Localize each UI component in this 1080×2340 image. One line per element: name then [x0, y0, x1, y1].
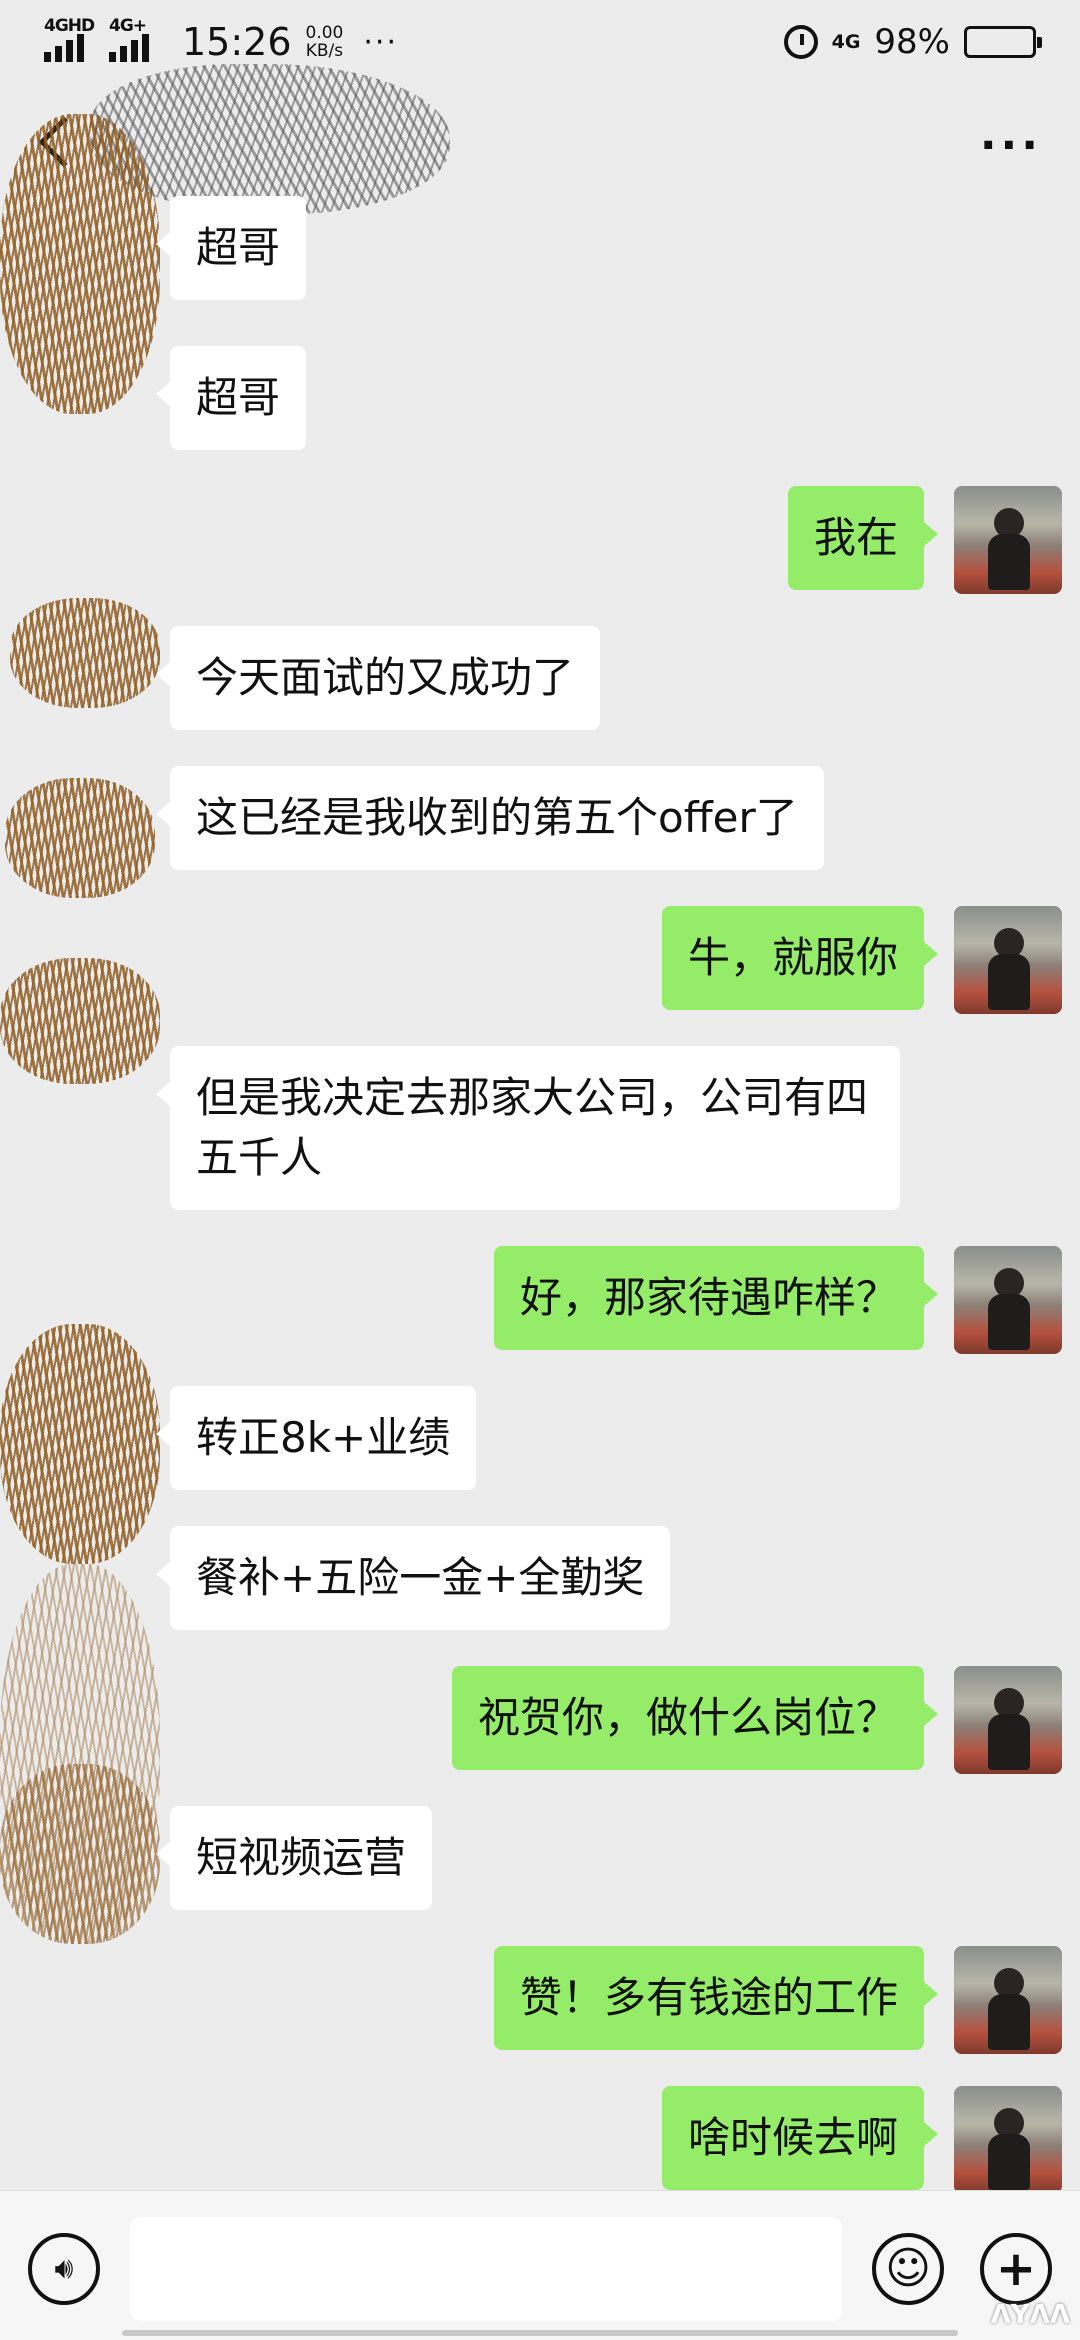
- network-speed-unit: KB/s: [305, 41, 344, 61]
- message-list[interactable]: 超哥 超哥 我在 今天面试的又成功了 这已经是我收到的第五个offer了 牛，就…: [0, 114, 1080, 2194]
- message-sent[interactable]: 我在: [787, 486, 939, 590]
- message-received[interactable]: 这已经是我收到的第五个offer了: [156, 766, 824, 870]
- home-indicator[interactable]: [122, 2330, 958, 2336]
- my-avatar[interactable]: [954, 2086, 1062, 2194]
- alarm-icon: [783, 25, 818, 59]
- watermark: ΛΥΛΛ: [990, 2300, 1070, 2330]
- contact-avatar-redacted[interactable]: [0, 1764, 160, 1944]
- message-bubble[interactable]: 超哥: [155, 196, 307, 300]
- message-sent[interactable]: 好，那家待遇咋样？: [493, 1246, 939, 1350]
- status-more-icon: ···: [363, 24, 398, 60]
- my-avatar[interactable]: [954, 906, 1062, 1014]
- message-received[interactable]: 但是我决定去那家大公司，公司有四五千人: [156, 1046, 900, 1210]
- message-bubble[interactable]: 我在: [787, 486, 939, 590]
- message-received[interactable]: 超哥: [155, 196, 307, 300]
- battery-percentage: 98%: [874, 22, 950, 62]
- network-type: 4G: [831, 31, 861, 53]
- signal-strength-icon: 4GHD: [44, 16, 95, 62]
- voice-icon[interactable]: 🔊︎: [28, 2233, 100, 2305]
- my-avatar[interactable]: [954, 486, 1062, 594]
- chat-header: ···: [0, 64, 1080, 214]
- message-received[interactable]: 转正8k+业绩: [155, 1386, 477, 1490]
- message-bubble[interactable]: 今天面试的又成功了: [155, 626, 601, 730]
- message-sent[interactable]: 赞！多有钱途的工作: [493, 1946, 939, 2050]
- message-sent[interactable]: 啥时候去啊: [661, 2086, 939, 2190]
- message-received[interactable]: 短视频运营: [155, 1806, 433, 1910]
- message-sent[interactable]: 祝贺你，做什么岗位？: [451, 1666, 939, 1770]
- signal-label: 4GHD: [44, 16, 95, 36]
- message-bubble[interactable]: 赞！多有钱途的工作: [493, 1946, 939, 2050]
- message-received[interactable]: 餐补+五险一金+全勤奖: [155, 1526, 671, 1630]
- message-bubble[interactable]: 好，那家待遇咋样？: [493, 1246, 939, 1350]
- my-avatar[interactable]: [954, 1246, 1062, 1354]
- message-bubble[interactable]: 转正8k+业绩: [155, 1386, 477, 1490]
- message-bubble[interactable]: 祝贺你，做什么岗位？: [451, 1666, 939, 1770]
- emoji-icon[interactable]: ☺: [872, 2233, 944, 2305]
- more-options-icon[interactable]: ···: [980, 124, 1042, 168]
- contact-avatar-redacted[interactable]: [5, 778, 155, 898]
- network-speed-value: 0.00: [305, 23, 344, 43]
- message-bubble[interactable]: 这已经是我收到的第五个offer了: [156, 766, 824, 870]
- signal-strength-icon-2: 4G+: [109, 16, 160, 62]
- message-bubble[interactable]: 短视频运营: [155, 1806, 433, 1910]
- contact-avatar-redacted[interactable]: [10, 598, 160, 708]
- message-bubble[interactable]: 牛，就服你: [661, 906, 939, 1010]
- contact-avatar-redacted[interactable]: [0, 1324, 160, 1564]
- plus-icon[interactable]: +: [980, 2233, 1052, 2305]
- message-bubble[interactable]: 啥时候去啊: [661, 2086, 939, 2190]
- my-avatar[interactable]: [954, 1666, 1062, 1774]
- message-input[interactable]: [130, 2217, 842, 2321]
- chat-input-bar: 🔊︎ ☺ +: [0, 2190, 1080, 2340]
- contact-avatar-redacted[interactable]: [0, 114, 160, 414]
- status-time: 15:26: [182, 20, 292, 64]
- signal-label-2: 4G+: [109, 16, 147, 36]
- battery-icon: [964, 26, 1042, 58]
- message-bubble[interactable]: 超哥: [155, 346, 307, 450]
- message-sent[interactable]: 牛，就服你: [661, 906, 939, 1010]
- my-avatar[interactable]: [954, 1946, 1062, 2054]
- message-bubble[interactable]: 但是我决定去那家大公司，公司有四五千人: [156, 1046, 900, 1210]
- network-speed: 0.00 KB/s: [306, 24, 344, 60]
- message-bubble[interactable]: 餐补+五险一金+全勤奖: [155, 1526, 671, 1630]
- contact-avatar-redacted[interactable]: [0, 958, 160, 1084]
- message-received[interactable]: 今天面试的又成功了: [155, 626, 601, 730]
- message-received[interactable]: 超哥: [155, 346, 307, 450]
